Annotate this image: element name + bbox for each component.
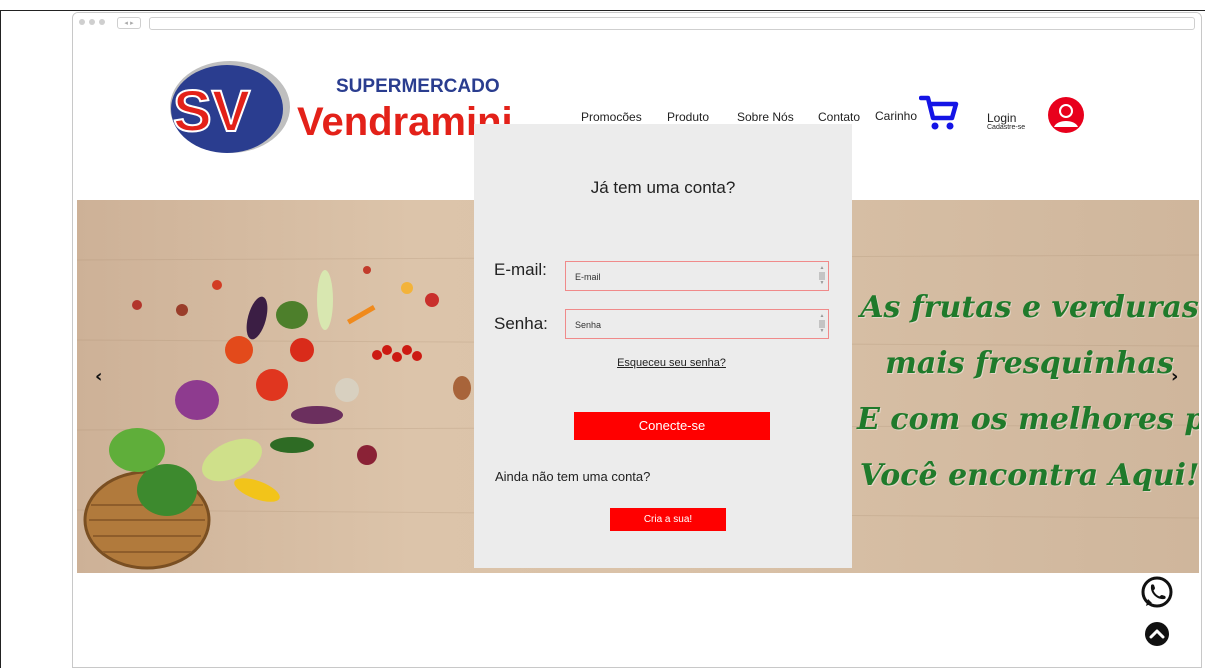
slogan-line: As frutas e verduras <box>860 290 1199 325</box>
forgot-password-link[interactable]: Esqueceu seu senha? <box>474 357 852 369</box>
email-placeholder: E-mail <box>575 272 601 282</box>
email-field-scrollbar[interactable]: ▲ ▼ <box>819 266 825 286</box>
maximize-dot[interactable] <box>99 19 105 25</box>
login-modal: Já tem uma conta? E-mail: E-mail ▲ ▼ Senh… <box>474 124 852 568</box>
carousel-prev-icon[interactable]: ‹ <box>95 366 102 387</box>
chevron-up-icon[interactable] <box>1144 621 1170 652</box>
window-controls <box>79 19 105 25</box>
logo-tagline: SUPERMERCADO <box>336 76 500 97</box>
nav-contato[interactable]: Contato <box>818 110 860 124</box>
signup-link[interactable]: Cadastre-se <box>987 124 1025 131</box>
nav-carinho[interactable]: Carinho <box>875 109 917 123</box>
password-field-scrollbar[interactable]: ▲ ▼ <box>819 314 825 334</box>
email-field[interactable]: E-mail ▲ ▼ <box>565 261 829 291</box>
browser-toolbar: ◂ ▸ <box>73 13 1201 35</box>
login-link[interactable]: Login <box>987 111 1016 125</box>
password-field[interactable]: Senha ▲ ▼ <box>565 309 829 339</box>
logo-initials: SV <box>173 79 251 144</box>
whatsapp-icon[interactable] <box>1139 575 1175 616</box>
browser-window: ◂ ▸ SV SUPERMERCADO Vendramini Promocões… <box>72 12 1202 668</box>
modal-title: Já tem uma conta? <box>590 178 736 197</box>
close-dot[interactable] <box>79 19 85 25</box>
nav-produto[interactable]: Produto <box>667 110 709 124</box>
address-bar[interactable] <box>149 17 1195 30</box>
slogan-line: E com os melhores preços <box>857 402 1199 437</box>
nav-promocoes[interactable]: Promocões <box>581 110 642 124</box>
cart-icon[interactable] <box>918 93 959 138</box>
nav-sobre-nos[interactable]: Sobre Nós <box>737 110 794 124</box>
carousel-next-icon[interactable]: › <box>1171 366 1178 387</box>
password-placeholder: Senha <box>575 320 602 330</box>
create-account-button[interactable]: Cria a sua! <box>610 508 726 531</box>
password-label: Senha: <box>494 314 548 333</box>
no-account-text: Ainda não tem uma conta? <box>495 469 651 484</box>
minimize-dot[interactable] <box>89 19 95 25</box>
slogan-line: mais fresquinhas <box>885 346 1174 381</box>
user-icon[interactable] <box>1047 96 1085 139</box>
email-label: E-mail: <box>494 260 547 279</box>
slogan-line: Você encontra Aqui! <box>859 458 1199 493</box>
connect-button[interactable]: Conecte-se <box>574 412 770 440</box>
back-forward-buttons[interactable]: ◂ ▸ <box>117 17 141 29</box>
banner-slogan: As frutas e verduras mais fresquinhas E … <box>857 280 1199 504</box>
